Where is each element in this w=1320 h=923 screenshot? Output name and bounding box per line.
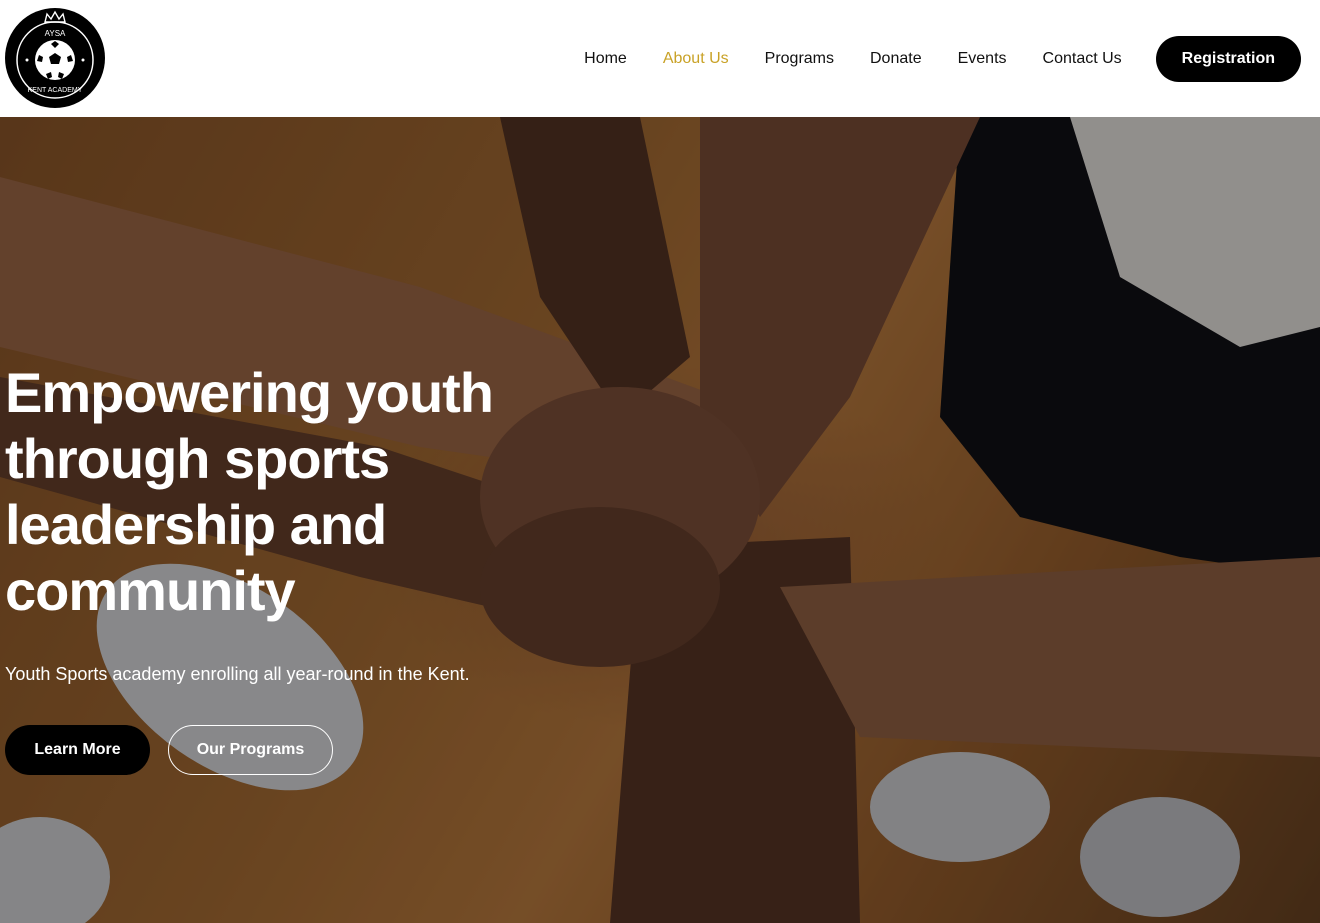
logo-top-text: AYSA <box>45 29 66 38</box>
registration-button[interactable]: Registration <box>1155 35 1301 82</box>
our-programs-button[interactable]: Our Programs <box>168 725 333 775</box>
site-header: AYSA KENT ACADEMY Home About Us Programs… <box>0 0 1320 117</box>
nav-events[interactable]: Events <box>958 50 1007 68</box>
nav-donate[interactable]: Donate <box>870 50 922 68</box>
learn-more-button[interactable]: Learn More <box>5 725 150 775</box>
hero-title: Empowering youth through sports leadersh… <box>5 360 565 624</box>
nav-home[interactable]: Home <box>584 50 627 68</box>
nav-about-us[interactable]: About Us <box>663 50 729 68</box>
hero-section: Empowering youth through sports leadersh… <box>0 117 1320 923</box>
aysa-kent-academy-logo[interactable]: AYSA KENT ACADEMY <box>5 8 105 108</box>
nav-contact-us[interactable]: Contact Us <box>1043 50 1122 68</box>
hero-title-line-1: Empowering youth <box>5 361 494 424</box>
hero-content: Empowering youth through sports leadersh… <box>5 360 565 775</box>
hero-title-line-3: leadership and <box>5 493 387 556</box>
nav-programs[interactable]: Programs <box>765 50 834 68</box>
main-nav: Home About Us Programs Donate Events Con… <box>560 0 1320 117</box>
hero-subtitle: Youth Sports academy enrolling all year-… <box>5 664 470 684</box>
hero-title-line-4: community <box>5 559 296 622</box>
hero-title-line-2: through sports <box>5 427 390 490</box>
hero-buttons: Learn More Our Programs <box>5 725 565 775</box>
logo-bottom-text: KENT ACADEMY <box>28 87 83 94</box>
